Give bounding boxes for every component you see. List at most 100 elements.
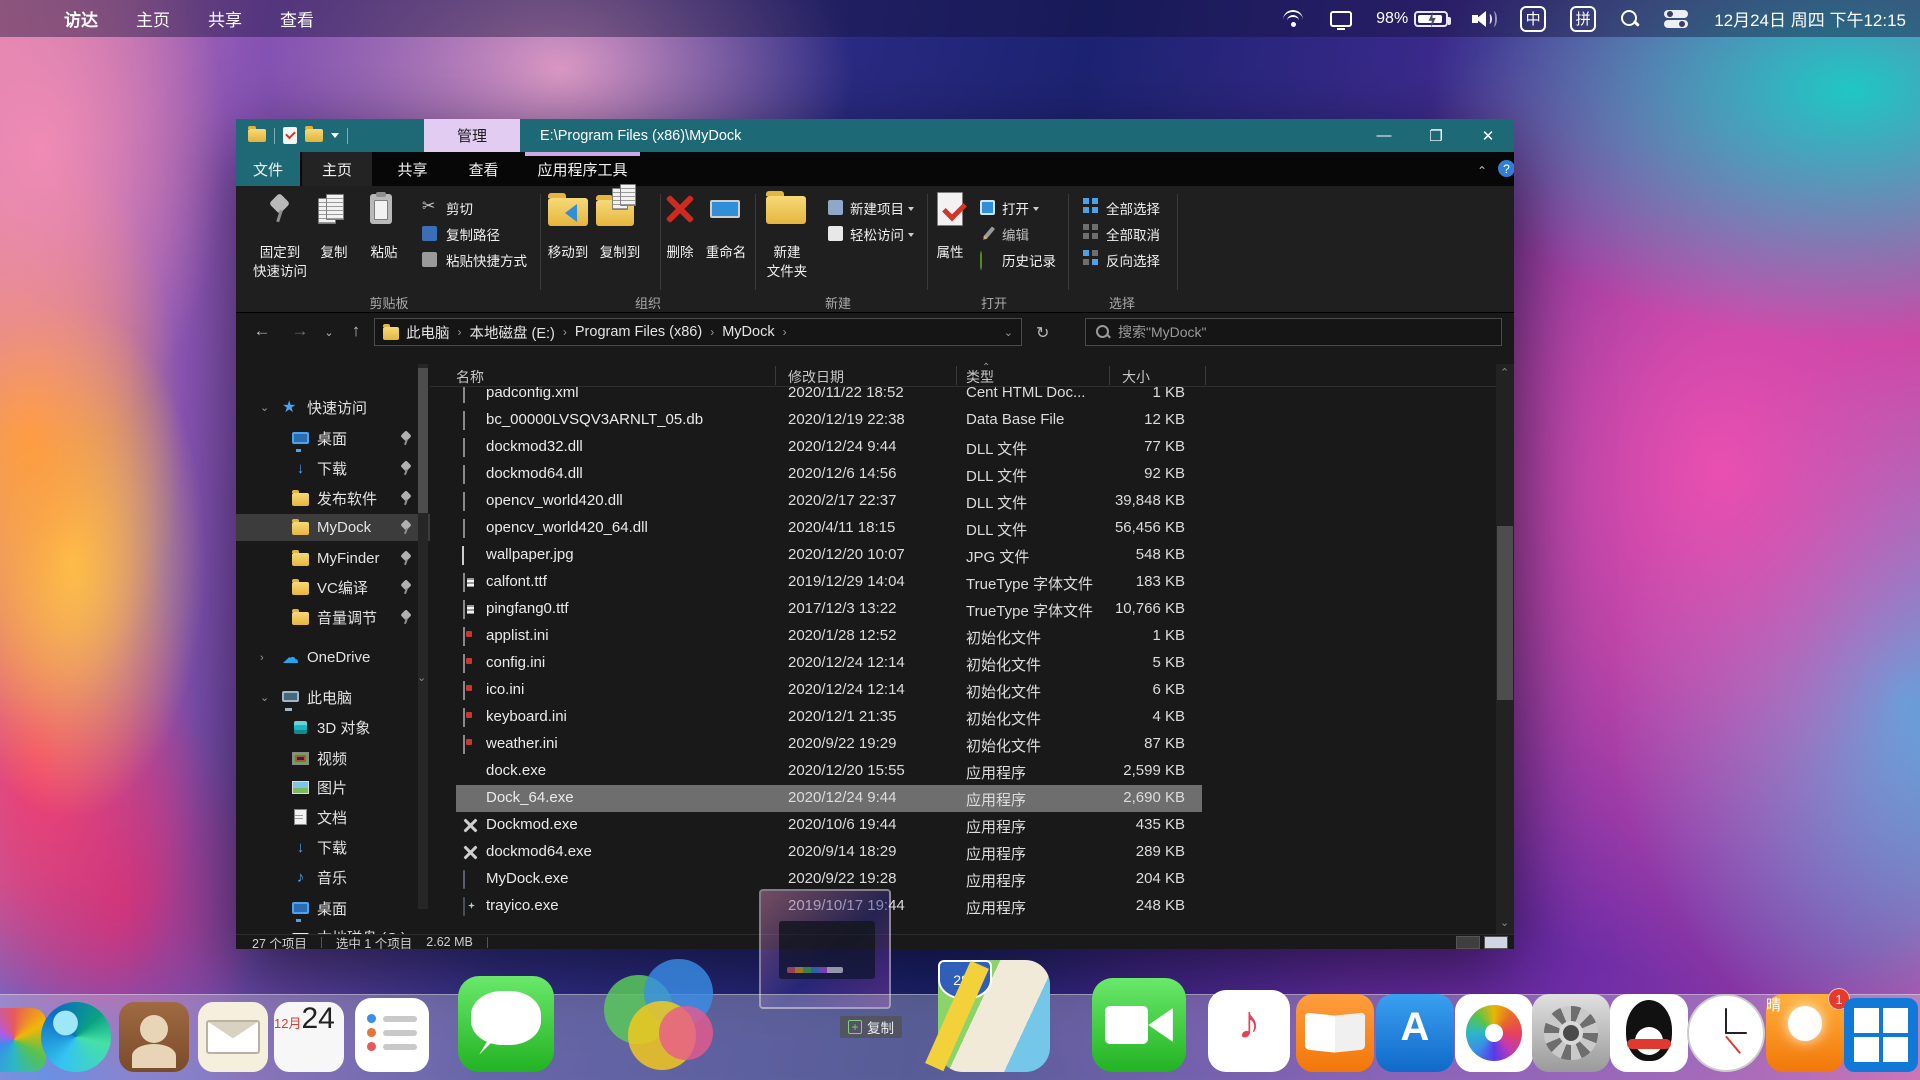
collapse-ribbon-icon[interactable]: ⌃ [1477,164,1487,178]
delete-icon[interactable] [662,192,696,226]
rename-button[interactable]: 重命名 [706,241,747,261]
easy-access-button[interactable]: 轻松访问 [850,224,914,244]
recent-locations-chevron-icon[interactable]: ⌄ [324,326,333,339]
file-row-dockmod64.exe[interactable]: dockmod64.exe 2020/9/14 18:29 应用程序 289 KB [430,839,1496,866]
scroll-up-icon[interactable]: ⌃ [1500,366,1509,379]
dock-icon-calendar[interactable]: 12月24 [274,1002,344,1072]
select-all-button[interactable]: 全部选择 [1106,198,1160,218]
breadcrumb-segment[interactable]: Program Files (x86) [571,324,706,340]
refresh-icon[interactable]: ↻ [1036,323,1049,343]
context-tab-manage[interactable]: 管理 [424,119,520,152]
file-row-weather.ini[interactable]: weather.ini 2020/9/22 19:29 初始化文件 87 KB [430,731,1496,758]
wifi-icon[interactable] [1282,7,1306,31]
copy-to-button[interactable]: 复制到 [600,241,641,261]
breadcrumb-segment[interactable]: 本地磁盘 (E:) [466,322,559,343]
back-icon[interactable]: ← [254,321,271,341]
maximize-button[interactable]: ❐ [1410,119,1462,152]
menu-share[interactable]: 共享 [208,6,242,31]
file-row-opencv_world420_64.dll[interactable]: opencv_world420_64.dll 2020/4/11 18:15 DLL… [430,515,1496,542]
file-row-applist.ini[interactable]: applist.ini 2020/1/28 12:52 初始化文件 1 KB [430,623,1496,650]
thumbnail-view-button[interactable] [1484,936,1508,949]
volume-icon[interactable] [1472,9,1498,29]
sidebar-item-VC编译[interactable]: VC编译 [236,574,430,601]
qat-new-folder-icon[interactable] [305,126,323,142]
cut-button[interactable]: 剪切 [446,198,473,218]
sidebar-scroll-down-icon[interactable]: ⌄ [417,671,426,684]
menu-bar-clock[interactable]: 12月24日 周四 下午12:15 [1714,6,1906,31]
pin-icon[interactable] [266,192,294,224]
close-button[interactable]: ✕ [1462,119,1514,152]
menu-home[interactable]: 主页 [136,6,170,31]
dock-icon-reminders[interactable] [355,998,429,1072]
sidebar-item-桌面[interactable]: 桌面 [236,895,430,922]
properties-button[interactable]: 属性 [937,241,964,261]
drag-ghost-thumbnail[interactable] [759,889,891,1009]
dock-icon-color-circles[interactable] [602,954,720,1072]
dock-icon-contacts[interactable] [119,1002,189,1072]
app-menu-finder[interactable]: 访达 [64,6,98,31]
dock-icon-photos[interactable] [1455,994,1533,1072]
dock-icon-music[interactable] [1208,990,1290,1072]
invert-selection-icon[interactable] [1083,250,1098,265]
ime-pinyin-badge[interactable]: 拼 [1570,5,1597,32]
file-row-keyboard.ini[interactable]: keyboard.ini 2020/12/1 21:35 初始化文件 4 KB [430,704,1496,731]
paste-shortcut-icon[interactable] [422,252,437,267]
sidebar-item-发布软件[interactable]: 发布软件 [236,485,430,512]
column-size[interactable]: 大小 [1122,367,1150,387]
history-icon[interactable] [980,251,995,270]
sidebar-item-下载[interactable]: ↓ 下载 [236,834,430,861]
copy-path-icon[interactable] [422,226,437,241]
select-none-button[interactable]: 全部取消 [1106,224,1160,244]
dock-icon-facetime[interactable] [1092,978,1186,1072]
file-row-bc_00000LVSQV3ARNLT_05.db[interactable]: bc_00000LVSQV3ARNLT_05.db 2020/12/19 22:3… [430,407,1496,434]
breadcrumb-segment[interactable]: 此电脑 [402,322,454,343]
select-all-icon[interactable] [1083,198,1098,213]
open-button[interactable]: 打开 [1002,198,1039,218]
easy-access-icon[interactable] [828,226,843,241]
dock-icon-maps[interactable]: 280 [925,960,1050,1072]
dock-icon-mail[interactable] [198,1002,268,1072]
sidebar-item-音乐[interactable]: ♪ 音乐 [236,864,430,891]
dock-icon-settings[interactable] [1532,994,1610,1072]
copy-path-button[interactable]: 复制路径 [446,224,500,244]
file-row-wallpaper.jpg[interactable]: wallpaper.jpg 2020/12/20 10:07 JPG 文件 548 K… [430,542,1496,569]
scroll-down-icon[interactable]: ⌄ [1500,916,1509,929]
file-row-Dockmod.exe[interactable]: Dockmod.exe 2020/10/6 19:44 应用程序 435 KB [430,812,1496,839]
dock-icon-weather[interactable]: 1晴 [1766,988,1850,1072]
forward-icon[interactable]: → [292,321,309,341]
new-folder-button-line2[interactable]: 文件夹 [767,260,808,280]
file-row-ico.ini[interactable]: ico.ini 2020/12/24 12:14 初始化文件 6 KB [430,677,1496,704]
tab-home[interactable]: 主页 [302,152,372,186]
sidebar-item-文档[interactable]: 文档 [236,804,430,831]
breadcrumb-segment[interactable]: MyDock [718,324,778,340]
breadcrumb-bar[interactable]: 此电脑 › 本地磁盘 (E:) › Program Files (x86) › MyDock… [374,318,1022,346]
paste-shortcut-button[interactable]: 粘贴快捷方式 [446,250,527,270]
expand-chevron-icon[interactable]: ⌄ [260,401,269,414]
file-row-pingfang0.ttf[interactable]: pingfang0.ttf 2017/12/3 13:22 TrueType 字体文… [430,596,1496,623]
collapse-chevron-icon[interactable]: › [260,652,264,664]
column-date[interactable]: 修改日期 [788,367,844,387]
spotlight-search-icon[interactable] [1620,9,1640,29]
cut-icon[interactable]: ✂ [422,196,435,216]
sidebar-item-MyDock[interactable]: MyDock [236,514,430,541]
qat-properties-icon[interactable] [283,127,297,144]
up-icon[interactable]: ↑ [352,321,361,341]
file-row-dockmod32.dll[interactable]: dockmod32.dll 2020/12/24 9:44 DLL 文件 77 KB [430,434,1496,461]
copy-button[interactable]: 复制 [321,241,348,261]
properties-icon[interactable] [937,192,967,230]
details-view-button[interactable] [1456,936,1480,949]
pin-button-line2[interactable]: 快速访问 [253,260,307,280]
tab-view[interactable]: 查看 [452,152,515,186]
ime-lang-badge[interactable]: 中 [1520,5,1547,32]
select-none-icon[interactable] [1083,224,1098,239]
pin-button[interactable]: 固定到 [260,241,301,261]
move-to-button[interactable]: 移动到 [548,241,589,261]
file-row-calfont.ttf[interactable]: calfont.ttf 2019/12/29 14:04 TrueType 字体文件… [430,569,1496,596]
dock-icon-messages[interactable] [458,976,554,1072]
dock-icon-qq[interactable] [1610,994,1688,1072]
qat-folder-icon[interactable] [248,126,266,142]
dock-icon-app-store[interactable] [1376,994,1454,1072]
file-row-Dock_64.exe[interactable]: Dock_64.exe 2020/12/24 9:44 应用程序 2,690 KB [430,785,1496,812]
new-folder-icon[interactable] [766,191,806,224]
sidebar-item-MyFinder[interactable]: MyFinder [236,545,430,572]
